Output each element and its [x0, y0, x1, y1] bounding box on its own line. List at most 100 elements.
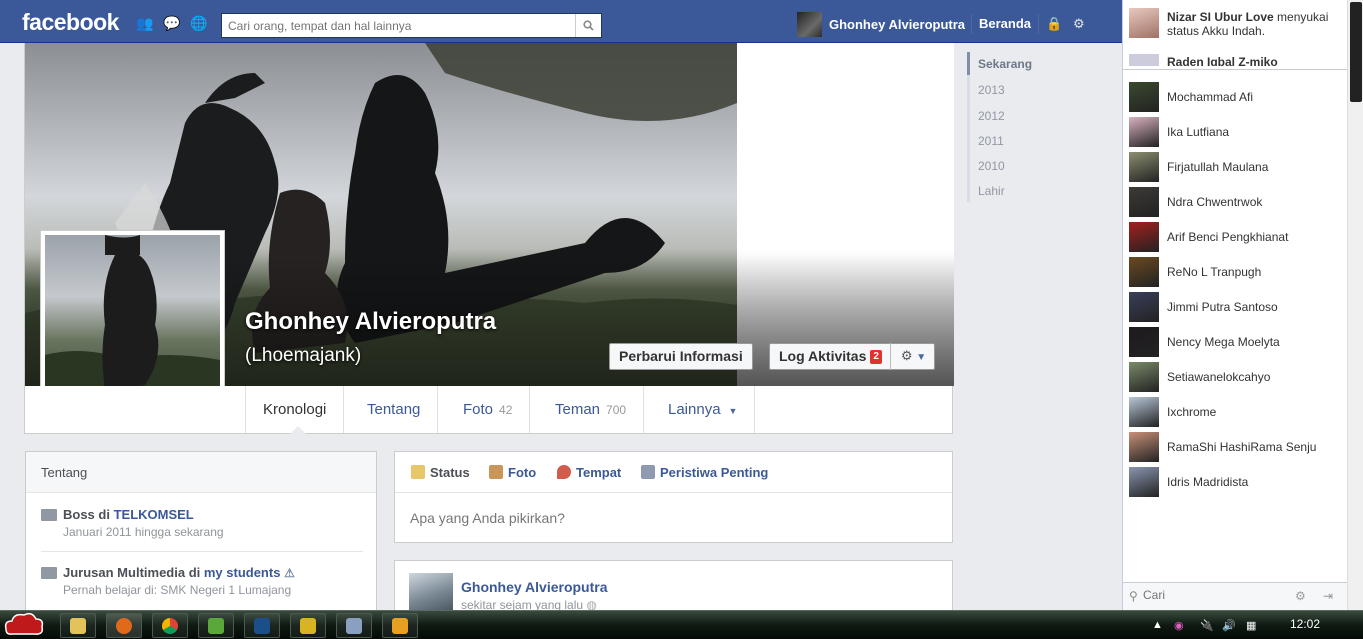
- chat-friend-item[interactable]: Idris Madridista: [1123, 465, 1347, 500]
- chat-friend-item[interactable]: Jimmi Putra Santoso: [1123, 290, 1347, 325]
- network-status-icon[interactable]: ▦: [1246, 619, 1256, 632]
- start-button[interactable]: [2, 607, 46, 639]
- taskbar-firefox[interactable]: [106, 613, 142, 638]
- composer-tab-photo[interactable]: Foto: [489, 465, 536, 480]
- chat-friend-item[interactable]: RamaShi HashiRama Senju: [1123, 430, 1347, 465]
- about-title[interactable]: Tentang: [26, 452, 376, 493]
- edu-prefix: Jurusan Multimedia di: [63, 565, 204, 580]
- profile-options-button[interactable]: ⚙ ▼: [890, 343, 936, 370]
- chat-friend-avatar: [1129, 257, 1159, 287]
- composer-tab-status[interactable]: Status: [411, 465, 470, 480]
- tab-about[interactable]: Tentang: [350, 386, 439, 433]
- taskbar-app-green[interactable]: [198, 613, 234, 638]
- chat-friend-name: RamaShi HashiRama Senju: [1167, 440, 1317, 454]
- photo-count: 42: [499, 403, 513, 417]
- folder-icon: [70, 617, 86, 634]
- tray-app-icon[interactable]: ◉: [1174, 619, 1184, 632]
- chat-options-gear-icon[interactable]: ⚙: [1295, 589, 1306, 603]
- composer-tab-label: Peristiwa Penting: [660, 465, 769, 480]
- friend-count: 700: [606, 403, 627, 417]
- book-icon: [641, 465, 655, 479]
- volume-icon[interactable]: 🔊: [1222, 619, 1236, 632]
- search-box: [221, 13, 602, 38]
- search-input[interactable]: [222, 14, 572, 37]
- settings-gear-icon[interactable]: ⚙: [1073, 16, 1085, 32]
- edu-place-link[interactable]: my students: [204, 565, 281, 580]
- friend-requests-icon[interactable]: 👥: [136, 15, 154, 31]
- nav-profile-link[interactable]: Ghonhey Alvieroputra: [797, 12, 965, 37]
- ticker-peek-text: Raden Iqbal Z-miko: [1167, 55, 1278, 66]
- messages-icon[interactable]: 💬: [163, 15, 181, 31]
- chat-friend-avatar: [1129, 362, 1159, 392]
- school-icon: [41, 567, 57, 579]
- privacy-shortcuts-icon[interactable]: 🔒: [1046, 16, 1062, 32]
- game-icon: [300, 617, 316, 634]
- ticker-story[interactable]: Nizar SI Ubur Love menyukai status Akku …: [1167, 10, 1345, 38]
- year-link[interactable]: 2010: [978, 159, 1005, 173]
- chat-friend-item[interactable]: Firjatullah Maulana: [1123, 150, 1347, 185]
- tab-label: Kronologi: [263, 401, 327, 418]
- tray-arrow-icon[interactable]: ▲: [1152, 619, 1163, 631]
- taskbar-network[interactable]: [336, 613, 372, 638]
- chat-friend-name: Ixchrome: [1167, 405, 1217, 419]
- chat-friend-name: Firjatullah Maulana: [1167, 160, 1269, 174]
- tab-label: Teman: [555, 401, 601, 418]
- tab-more[interactable]: Lainnya ▼: [651, 386, 756, 433]
- year-nav-active-marker: [967, 52, 970, 75]
- post-author-name[interactable]: Ghonhey Alvieroputra: [461, 579, 608, 595]
- scrollbar-thumb[interactable]: [1350, 2, 1362, 102]
- facebook-logo[interactable]: facebook: [22, 9, 119, 36]
- tab-friends[interactable]: Teman 700: [538, 386, 645, 433]
- chat-sidebar: Nizar SI Ubur Love menyukai status Akku …: [1122, 0, 1347, 610]
- composer-tab-life-event[interactable]: Peristiwa Penting: [641, 465, 768, 480]
- notifications-icon[interactable]: 🌐: [190, 15, 208, 31]
- composer-input[interactable]: Apa yang Anda pikirkan?: [410, 510, 565, 526]
- taskbar-photoshop[interactable]: [244, 613, 280, 638]
- chat-friend-name: Mochammad Afi: [1167, 90, 1254, 104]
- search-button[interactable]: [575, 14, 601, 37]
- chat-friend-avatar: [1129, 327, 1159, 357]
- chat-friend-avatar: [1129, 432, 1159, 462]
- chat-friend-item[interactable]: Ika Lutfiana: [1123, 115, 1347, 150]
- composer-tabs: Status Foto Tempat Peristiwa Penting: [395, 452, 952, 493]
- photo-icon: [489, 465, 503, 479]
- popout-icon[interactable]: ⇥: [1323, 589, 1333, 603]
- year-link[interactable]: Lahir: [978, 184, 1005, 198]
- composer-tab-label: Tempat: [576, 465, 622, 480]
- year-link[interactable]: 2011: [978, 134, 1004, 148]
- taskbar-game[interactable]: [290, 613, 326, 638]
- work-place-link[interactable]: TELKOMSEL: [114, 507, 194, 522]
- taskbar-media-player[interactable]: [382, 613, 418, 638]
- composer-tab-place[interactable]: Tempat: [557, 465, 621, 480]
- composer-tab-label: Foto: [508, 465, 537, 480]
- chat-friend-item[interactable]: Ixchrome: [1123, 395, 1347, 430]
- taskbar-clock[interactable]: 12:02: [1270, 617, 1340, 631]
- ticker-next-story[interactable]: Raden Iqbal Z-miko: [1129, 52, 1341, 66]
- taskbar-explorer[interactable]: [60, 613, 96, 638]
- tab-photos[interactable]: Foto 42: [446, 386, 531, 433]
- photoshop-icon: [254, 617, 270, 634]
- nav-home-link[interactable]: Beranda: [979, 16, 1031, 31]
- chat-friend-avatar: [1129, 292, 1159, 322]
- chat-friend-item[interactable]: Arif Benci Pengkhianat: [1123, 220, 1347, 255]
- chat-friend-item[interactable]: Nency Mega Moelyta: [1123, 325, 1347, 360]
- chat-friend-avatar: [1129, 187, 1159, 217]
- taskbar-chrome[interactable]: [152, 613, 188, 638]
- chat-friend-item[interactable]: Mochammad Afi: [1123, 80, 1347, 115]
- edu-detail: Pernah belajar di: SMK Negeri 1 Lumajang: [63, 583, 292, 597]
- status-composer: Status Foto Tempat Peristiwa Penting Apa…: [394, 451, 953, 543]
- chat-friend-item[interactable]: Ndra Chwentrwok: [1123, 185, 1347, 220]
- profile-name[interactable]: Ghonhey Alvieroputra: [245, 308, 496, 336]
- update-info-button[interactable]: Perbarui Informasi: [609, 343, 753, 370]
- year-link[interactable]: 2012: [978, 109, 1005, 123]
- year-link[interactable]: Sekarang: [978, 57, 1032, 71]
- chat-friend-item[interactable]: Setiawanelokcahyo: [1123, 360, 1347, 395]
- page-scrollbar[interactable]: [1347, 0, 1363, 610]
- safely-remove-icon[interactable]: 🔌: [1200, 619, 1214, 632]
- year-link[interactable]: 2013: [978, 83, 1005, 97]
- tab-label: Foto: [463, 401, 494, 418]
- ticker-avatar[interactable]: [1129, 8, 1159, 38]
- media-player-icon: [392, 617, 408, 634]
- chat-search-input[interactable]: [1143, 588, 1283, 602]
- chat-friend-item[interactable]: ReNo L Tranpugh: [1123, 255, 1347, 290]
